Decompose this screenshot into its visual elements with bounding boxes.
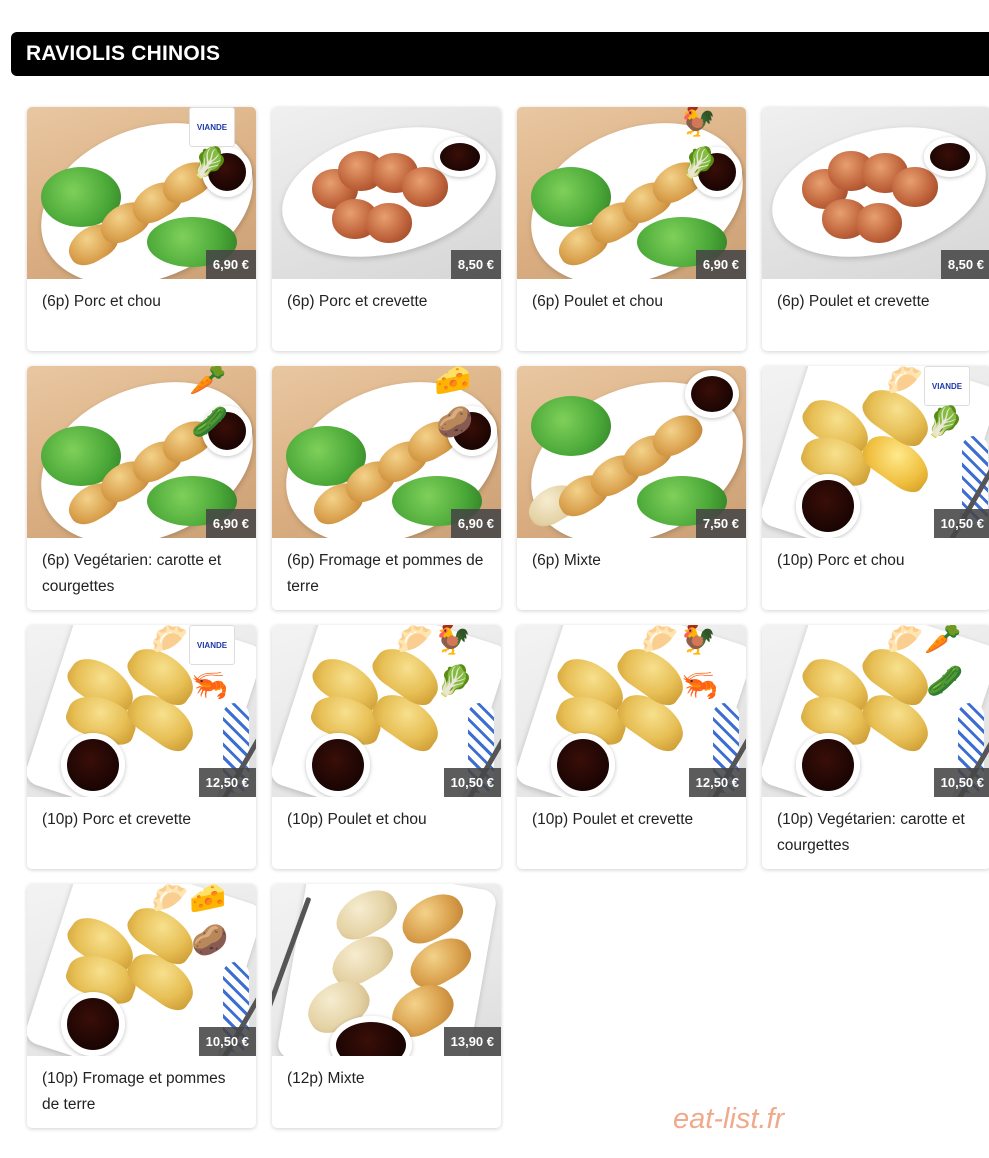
france-label-icon: VIANDE [189,625,235,665]
item-price: 8,50 € [940,250,989,279]
item-price: 12,50 € [198,768,256,797]
section-title: RAVIOLIS CHINOIS [26,42,221,65]
france-label-icon: VIANDE [924,366,970,406]
item-name: (6p) Vegétarien: carotte et courgettes [42,552,222,595]
cabbage-icon: 🥬 [926,406,964,439]
item-name: (6p) Fromage et pommes de terre [287,552,484,595]
dumpling-icon: 🥟 [151,884,189,915]
menu-item-card[interactable]: 13,90 € (12p) Mixte [272,884,501,1128]
chicken-icon: 🐓 [679,625,717,656]
menu-item-card[interactable]: 🥟 VIANDE 🦐 12,50 € (10p) Porc et crevett… [27,625,256,869]
dumpling-icon: 🥟 [641,625,679,656]
menu-item-card[interactable]: 8,50 € (6p) Poulet et crevette [762,107,989,351]
menu-item-card[interactable]: 8,50 € (6p) Porc et crevette [272,107,501,351]
menu-item-card[interactable]: 🥟 🥕 🥒 10,50 € (10p) Vegétarien: carotte … [762,625,989,869]
item-price: 10,50 € [933,768,989,797]
item-name: (6p) Porc et chou [42,293,161,310]
item-name: (10p) Fromage et pommes de terre [42,1070,226,1113]
item-price: 12,50 € [688,768,746,797]
item-price: 6,90 € [205,509,256,538]
menu-item-card[interactable]: VIANDE 🥬 6,90 € (6p) Porc et chou [27,107,256,351]
shrimp-icon: 🦐 [681,669,719,702]
menu-item-card[interactable]: 🥕 🥒 6,90 € (6p) Vegétarien: carotte et c… [27,366,256,610]
dumpling-icon: 🥟 [151,625,189,656]
cabbage-icon: 🥬 [681,147,719,180]
shrimp-icon: 🦐 [191,669,229,702]
chicken-icon: 🐓 [434,625,472,656]
item-photo: 🥟 🧀 🥔 10,50 € [27,884,256,1056]
item-photo: 7,50 € [517,366,746,538]
item-name: (6p) Poulet et crevette [777,293,930,310]
menu-item-card[interactable]: 🥟 🐓 🥬 10,50 € (10p) Poulet et chou [272,625,501,869]
item-name: (10p) Vegétarien: carotte et courgettes [777,811,965,854]
menu-item-card[interactable]: 🥟 🧀 🥔 10,50 € (10p) Fromage et pommes de… [27,884,256,1128]
item-photo: 🥟 VIANDE 🥬 10,50 € [762,366,989,538]
cabbage-icon: 🥬 [191,147,229,180]
zucchini-icon: 🥒 [926,665,964,698]
item-photo: 🧀 🥔 6,90 € [272,366,501,538]
cheese-icon: 🧀 [434,366,472,397]
section-header: RAVIOLIS CHINOIS [11,32,989,76]
item-name: (6p) Porc et crevette [287,293,428,310]
item-price: 6,90 € [205,250,256,279]
item-photo: 🥕 🥒 6,90 € [27,366,256,538]
item-name: (10p) Poulet et chou [287,811,427,828]
item-price: 10,50 € [443,768,501,797]
item-photo: 🥟 🐓 🦐 12,50 € [517,625,746,797]
item-photo: 🥟 🐓 🥬 10,50 € [272,625,501,797]
item-name: (6p) Mixte [532,552,601,569]
item-name: (10p) Porc et chou [777,552,905,569]
item-price: 10,50 € [933,509,989,538]
menu-item-card[interactable]: 7,50 € (6p) Mixte [517,366,746,610]
item-price: 6,90 € [695,250,746,279]
item-name: (10p) Porc et crevette [42,811,192,828]
menu-item-card[interactable]: 🧀 🥔 6,90 € (6p) Fromage et pommes de ter… [272,366,501,610]
item-name: (12p) Mixte [287,1070,365,1087]
carrot-icon: 🥕 [924,625,962,656]
item-photo: 8,50 € [272,107,501,279]
item-photo: 🥟 🥕 🥒 10,50 € [762,625,989,797]
item-photo: 8,50 € [762,107,989,279]
menu-item-card[interactable]: 🥟 VIANDE 🥬 10,50 € (10p) Porc et chou [762,366,989,610]
chicken-icon: 🐓 [679,107,717,138]
potato-icon: 🥔 [191,924,229,957]
menu-item-card[interactable]: 🥟 🐓 🦐 12,50 € (10p) Poulet et crevette [517,625,746,869]
potato-icon: 🥔 [436,406,474,439]
item-price: 8,50 € [450,250,501,279]
dumpling-icon: 🥟 [886,366,924,397]
zucchini-icon: 🥒 [191,406,229,439]
dumpling-icon: 🥟 [396,625,434,656]
item-photo: 🐓 🥬 6,90 € [517,107,746,279]
item-price: 13,90 € [443,1027,501,1056]
dumpling-icon: 🥟 [886,625,924,656]
item-price: 7,50 € [695,509,746,538]
watermark: eat-list.fr [673,1103,785,1135]
cheese-icon: 🧀 [189,884,227,915]
item-photo: 13,90 € [272,884,501,1056]
item-photo: 🥟 VIANDE 🦐 12,50 € [27,625,256,797]
carrot-icon: 🥕 [189,366,227,397]
menu-item-card[interactable]: 🐓 🥬 6,90 € (6p) Poulet et chou [517,107,746,351]
item-photo: VIANDE 🥬 6,90 € [27,107,256,279]
item-name: (10p) Poulet et crevette [532,811,694,828]
item-price: 6,90 € [450,509,501,538]
item-name: (6p) Poulet et chou [532,293,663,310]
france-label-icon: VIANDE [189,107,235,147]
item-price: 10,50 € [198,1027,256,1056]
cabbage-icon: 🥬 [436,665,474,698]
